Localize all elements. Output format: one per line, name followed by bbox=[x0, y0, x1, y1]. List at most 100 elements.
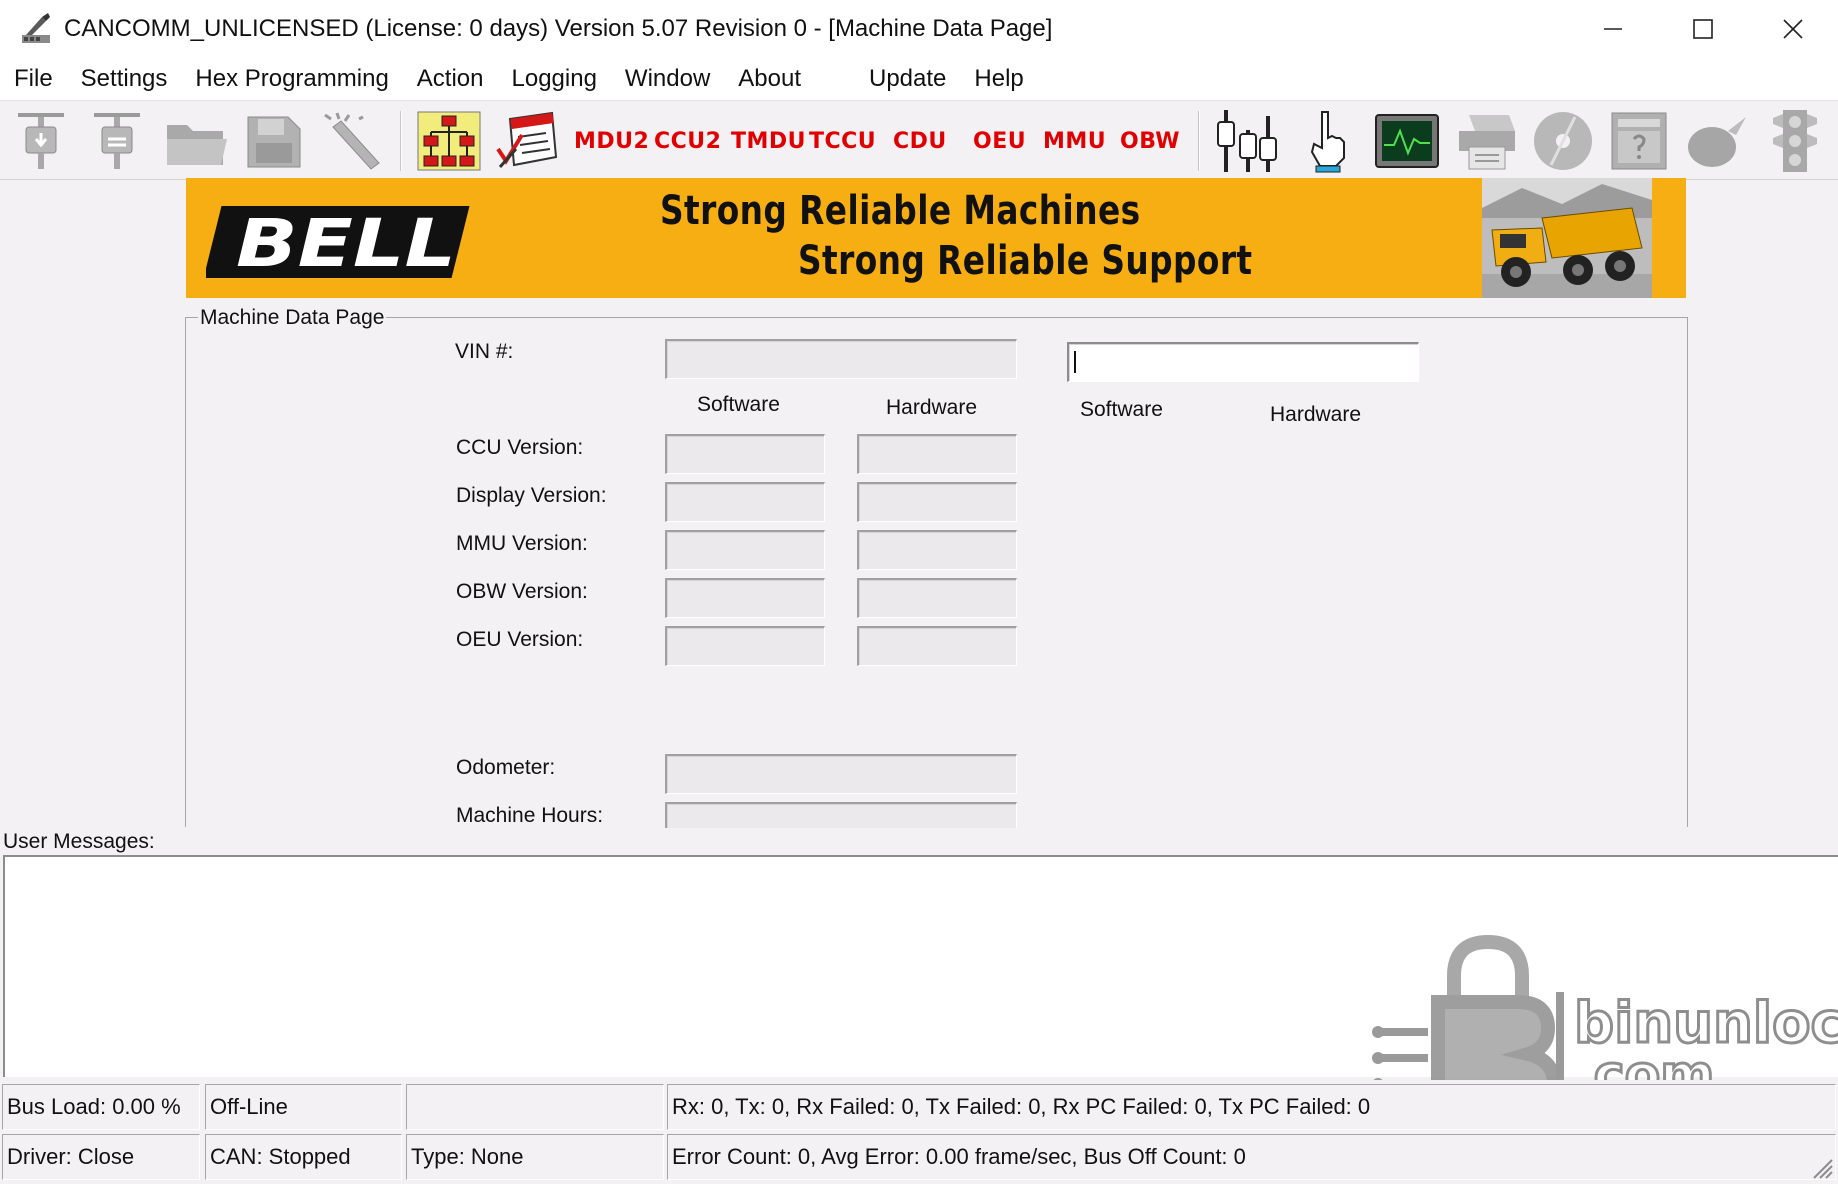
minimize-icon bbox=[1604, 28, 1622, 30]
print-button[interactable] bbox=[1452, 107, 1522, 175]
menu-action[interactable]: Action bbox=[403, 65, 498, 93]
banner-slogan-line1: Strong Reliable Machines bbox=[660, 188, 1141, 234]
menu-update[interactable]: Update bbox=[855, 65, 960, 93]
oeu-version-label: OEU Version: bbox=[456, 628, 584, 651]
connect-icon bbox=[18, 113, 64, 169]
disc-button[interactable] bbox=[1528, 107, 1598, 175]
ccu-software-field bbox=[665, 434, 825, 474]
close-button[interactable] bbox=[1748, 0, 1838, 58]
menu-about[interactable]: About bbox=[724, 65, 815, 93]
resize-grip-icon[interactable] bbox=[1808, 1154, 1834, 1180]
calculator-icon bbox=[1611, 112, 1667, 170]
window-controls bbox=[1568, 0, 1838, 58]
hardware-column-header-2: Hardware bbox=[1270, 403, 1362, 426]
menu-file[interactable]: File bbox=[0, 65, 67, 93]
apple-icon bbox=[1688, 117, 1746, 167]
pointer-button[interactable] bbox=[1292, 107, 1362, 175]
open-folder-icon bbox=[167, 125, 227, 165]
module-oeu-button[interactable]: OEU bbox=[973, 101, 1026, 181]
mmu-hardware-field bbox=[857, 530, 1017, 570]
menu-help[interactable]: Help bbox=[960, 65, 1037, 93]
module-mdu2-button[interactable]: MDU2 bbox=[574, 101, 649, 181]
oeu-software-field bbox=[665, 626, 825, 666]
banner-slogan-line2: Strong Reliable Support bbox=[798, 238, 1253, 284]
checklist-button[interactable] bbox=[492, 107, 562, 175]
network-icon bbox=[417, 111, 481, 171]
module-cdu-button[interactable]: CDU bbox=[893, 101, 947, 181]
bell-logo: BELL bbox=[206, 205, 470, 282]
maximize-icon bbox=[1693, 19, 1713, 39]
traffic-light-icon bbox=[1773, 110, 1817, 172]
machine-hours-field bbox=[665, 802, 1017, 828]
oeu-hardware-field bbox=[857, 626, 1017, 666]
svg-text:BELL: BELL bbox=[236, 205, 456, 282]
wizard-button[interactable] bbox=[318, 107, 386, 175]
print-icon bbox=[1459, 115, 1515, 170]
hardware-column-header: Hardware bbox=[886, 396, 978, 419]
user-messages-label: User Messages: bbox=[3, 830, 155, 853]
maximize-button[interactable] bbox=[1658, 0, 1748, 58]
software-column-header: Software bbox=[697, 393, 780, 416]
vin-input[interactable] bbox=[1067, 342, 1419, 382]
menu-logging[interactable]: Logging bbox=[498, 65, 611, 93]
minimize-button[interactable] bbox=[1568, 0, 1658, 58]
menu-bar: File Settings Hex Programming Action Log… bbox=[0, 58, 1838, 100]
status-type: Type: None bbox=[406, 1134, 664, 1180]
menu-settings[interactable]: Settings bbox=[67, 65, 182, 93]
monitor-button[interactable] bbox=[1370, 107, 1444, 175]
toolbar-separator bbox=[400, 111, 402, 171]
calculator-button[interactable] bbox=[1604, 107, 1674, 175]
status-can: CAN: Stopped bbox=[205, 1134, 402, 1180]
machine-data-group bbox=[185, 317, 1688, 827]
display-hardware-field bbox=[857, 482, 1017, 522]
close-icon bbox=[1783, 19, 1803, 39]
ccu-hardware-field bbox=[857, 434, 1017, 474]
monitor-icon bbox=[1375, 114, 1439, 168]
window-title: CANCOMM_UNLICENSED (License: 0 days) Ver… bbox=[64, 15, 1053, 42]
title-bar: CANCOMM_UNLICENSED (License: 0 days) Ver… bbox=[0, 0, 1838, 58]
machine-hours-label: Machine Hours: bbox=[456, 804, 604, 827]
machine-data-group-title: Machine Data Page bbox=[198, 306, 387, 330]
obw-version-label: OBW Version: bbox=[456, 580, 588, 603]
module-mmu-button[interactable]: MMU bbox=[1043, 101, 1106, 181]
module-ccu2-button[interactable]: CCU2 bbox=[654, 101, 721, 181]
toolbar: MDU2 CCU2 TMDU TCCU CDU OEU MMU OBW bbox=[0, 100, 1838, 180]
mmu-version-label: MMU Version: bbox=[456, 532, 588, 555]
bell-banner: BELL Strong Reliable Machines Strong Rel… bbox=[186, 178, 1686, 298]
disconnect-button[interactable] bbox=[86, 107, 148, 175]
status-counters: Rx: 0, Tx: 0, Rx Failed: 0, Tx Failed: 0… bbox=[667, 1084, 1836, 1130]
display-version-label: Display Version: bbox=[456, 484, 607, 507]
open-button[interactable] bbox=[162, 107, 230, 175]
apple-button[interactable] bbox=[1682, 107, 1752, 175]
menu-window[interactable]: Window bbox=[611, 65, 724, 93]
connect-button[interactable] bbox=[10, 107, 72, 175]
cancomm-app-icon bbox=[22, 13, 50, 43]
disconnect-icon bbox=[94, 113, 140, 169]
traffic-button[interactable] bbox=[1760, 107, 1830, 175]
save-icon bbox=[247, 116, 301, 168]
module-obw-button[interactable]: OBW bbox=[1120, 101, 1180, 181]
module-tmdu-button[interactable]: TMDU bbox=[731, 101, 806, 181]
status-empty-cell bbox=[406, 1084, 664, 1130]
toolbar-separator bbox=[1198, 111, 1200, 171]
valves-button[interactable] bbox=[1214, 107, 1284, 175]
vin-label: VIN #: bbox=[455, 340, 514, 363]
status-driver: Driver: Close bbox=[2, 1134, 200, 1180]
truck-photo bbox=[1482, 178, 1652, 298]
vin-field bbox=[665, 339, 1017, 379]
obw-hardware-field bbox=[857, 578, 1017, 618]
menu-hex-programming[interactable]: Hex Programming bbox=[181, 65, 402, 93]
software-column-header-2: Software bbox=[1080, 398, 1163, 421]
checklist-icon bbox=[496, 111, 558, 168]
status-line-state: Off-Line bbox=[205, 1084, 402, 1130]
network-button[interactable] bbox=[414, 107, 484, 175]
magic-wand-icon bbox=[324, 112, 380, 170]
obw-software-field bbox=[665, 578, 825, 618]
valves-icon bbox=[1217, 110, 1277, 172]
status-bar: Bus Load: 0.00 % Off-Line Rx: 0, Tx: 0, … bbox=[0, 1080, 1838, 1184]
status-errors: Error Count: 0, Avg Error: 0.00 frame/se… bbox=[667, 1134, 1836, 1180]
display-software-field bbox=[665, 482, 825, 522]
save-button[interactable] bbox=[240, 107, 308, 175]
module-tccu-button[interactable]: TCCU bbox=[809, 101, 876, 181]
status-bus-load: Bus Load: 0.00 % bbox=[2, 1084, 200, 1130]
